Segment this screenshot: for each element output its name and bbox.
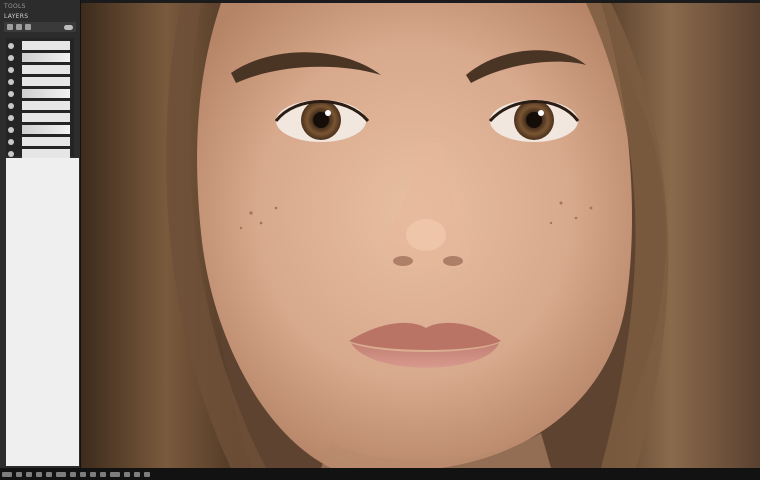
- layer-thumbnail: [22, 149, 70, 158]
- link-icon[interactable]: [25, 24, 31, 30]
- panel-empty-area: [6, 158, 79, 466]
- bottom-toolbar: [0, 468, 760, 480]
- layer-thumbnail: [22, 125, 70, 134]
- layer-row[interactable]: [6, 76, 74, 87]
- layers-list: [6, 38, 74, 158]
- layer-row[interactable]: [6, 88, 74, 99]
- brush-icon[interactable]: [56, 471, 66, 477]
- layer-row[interactable]: [6, 100, 74, 111]
- layers-icon[interactable]: [134, 471, 140, 477]
- layer-thumbnail: [22, 113, 70, 122]
- visibility-icon[interactable]: [8, 102, 14, 109]
- visibility-icon[interactable]: [8, 54, 14, 61]
- mask-icon[interactable]: [16, 24, 22, 30]
- layer-row[interactable]: [6, 40, 74, 51]
- crop-icon[interactable]: [46, 471, 52, 477]
- visibility-icon[interactable]: [8, 66, 14, 73]
- zoom-icon[interactable]: [26, 471, 32, 477]
- text-icon[interactable]: [80, 471, 86, 477]
- layer-thumbnail: [22, 41, 70, 50]
- layer-thumbnail: [22, 65, 70, 74]
- shape-icon[interactable]: [90, 471, 96, 477]
- panel-title: TOOLS: [4, 3, 26, 10]
- visibility-icon[interactable]: [8, 78, 14, 85]
- layer-icon[interactable]: [7, 24, 13, 30]
- visibility-icon[interactable]: [8, 42, 14, 49]
- visibility-icon[interactable]: [64, 24, 73, 30]
- eraser-icon[interactable]: [70, 471, 76, 477]
- image-canvas[interactable]: [81, 3, 760, 468]
- visibility-icon[interactable]: [8, 90, 14, 97]
- visibility-icon[interactable]: [8, 114, 14, 121]
- layer-row[interactable]: [6, 52, 74, 63]
- visibility-icon[interactable]: [8, 150, 14, 157]
- grid-icon[interactable]: [16, 471, 22, 477]
- layer-thumbnail: [22, 101, 70, 110]
- layer-thumbnail: [22, 77, 70, 86]
- pen-icon[interactable]: [100, 471, 106, 477]
- fill-icon[interactable]: [110, 471, 120, 477]
- layer-thumbnail: [22, 89, 70, 98]
- layer-row[interactable]: [6, 64, 74, 75]
- layers-toolbar: [4, 22, 76, 32]
- layer-thumbnail: [22, 137, 70, 146]
- history-icon[interactable]: [144, 471, 150, 477]
- layers-panel-title: LAYERS: [4, 13, 29, 20]
- layer-row[interactable]: [6, 136, 74, 147]
- portrait-image: [81, 3, 760, 468]
- visibility-icon[interactable]: [8, 126, 14, 133]
- layer-row[interactable]: [6, 124, 74, 135]
- hand-icon[interactable]: [36, 471, 42, 477]
- picker-icon[interactable]: [124, 471, 130, 477]
- tools-panel: TOOLS LAYERS: [0, 0, 81, 468]
- layer-thumbnail: [22, 53, 70, 62]
- layer-row[interactable]: [6, 112, 74, 123]
- visibility-icon[interactable]: [8, 138, 14, 145]
- frame-icon[interactable]: [2, 471, 12, 477]
